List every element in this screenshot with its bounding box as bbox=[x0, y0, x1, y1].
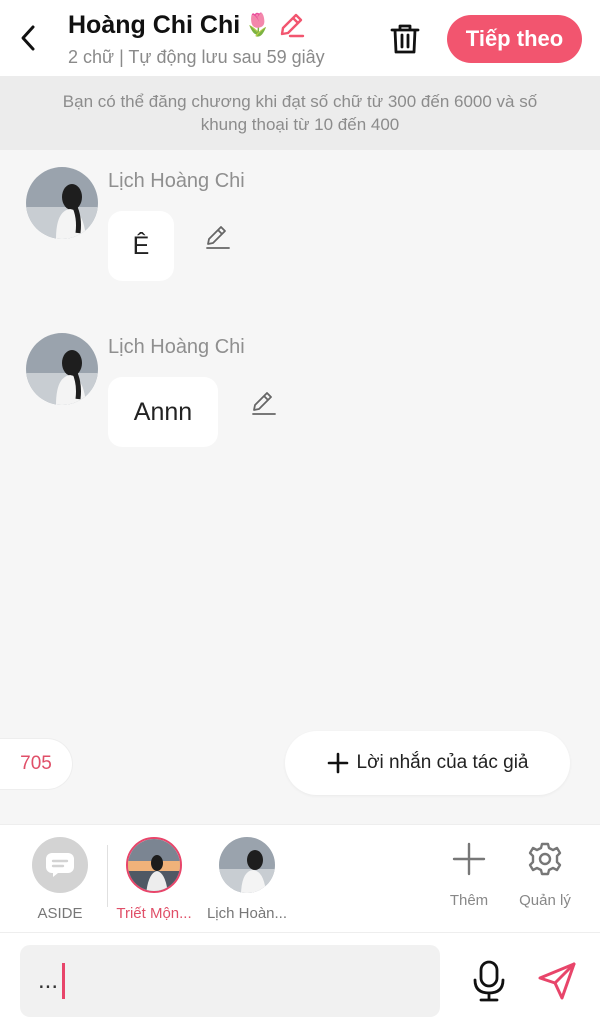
character-avatar bbox=[219, 837, 275, 893]
sender-name: Lịch Hoàng Chi bbox=[108, 336, 245, 358]
aside-avatar bbox=[32, 837, 88, 893]
edit-message-icon[interactable] bbox=[204, 224, 232, 252]
back-arrow-icon bbox=[21, 25, 35, 51]
save-status: 2 chữ | Tự động lưu sau 59 giây bbox=[68, 47, 325, 67]
message-bubble[interactable]: Annn bbox=[108, 377, 218, 447]
send-icon[interactable] bbox=[536, 960, 578, 1002]
character-picker: ASIDE Triết Mộn... Lịch Hoàn... Thêm Quả… bbox=[0, 824, 600, 932]
manage-label: Quản lý bbox=[519, 892, 571, 909]
plus-icon bbox=[452, 842, 486, 876]
avatar[interactable] bbox=[26, 167, 98, 239]
microphone-icon[interactable] bbox=[470, 960, 508, 1002]
delete-button[interactable] bbox=[386, 20, 424, 58]
character-label: ASIDE bbox=[37, 905, 83, 922]
message-input-value: ... bbox=[38, 967, 59, 994]
message-bubble[interactable]: Ê bbox=[108, 211, 174, 281]
back-button[interactable] bbox=[14, 22, 42, 54]
chat-message: Lịch Hoàng Chi Annn bbox=[0, 316, 600, 466]
plus-icon bbox=[327, 752, 348, 774]
title-emoji: 🌷 bbox=[244, 12, 272, 37]
publish-requirement-notice: Bạn có thể đăng chương khi đạt số chữ từ… bbox=[0, 76, 600, 150]
character-label: Triết Mộn... bbox=[116, 905, 192, 922]
chat-bubble-icon bbox=[46, 853, 74, 877]
top-bar: Hoàng Chi Chi 🌷 2 chữ | Tự động lưu sau … bbox=[0, 0, 600, 76]
character-avatar bbox=[126, 837, 182, 893]
edit-title-icon[interactable] bbox=[276, 10, 306, 40]
edit-message-icon[interactable] bbox=[250, 390, 278, 418]
add-label: Thêm bbox=[449, 892, 489, 909]
character-label: Lịch Hoàn... bbox=[206, 905, 288, 922]
author-note-button[interactable]: Lời nhắn của tác giả bbox=[285, 731, 570, 795]
gear-icon bbox=[528, 842, 562, 876]
divider bbox=[107, 845, 108, 907]
composer-bar: ... bbox=[0, 932, 600, 1028]
trash-icon bbox=[390, 24, 420, 54]
sender-name: Lịch Hoàng Chi bbox=[108, 170, 245, 192]
story-title: Hoàng Chi Chi bbox=[68, 10, 241, 39]
text-cursor bbox=[62, 963, 66, 999]
message-input[interactable]: ... bbox=[20, 945, 440, 1017]
author-note-label: Lời nhắn của tác giả bbox=[356, 752, 529, 773]
word-count-badge: 705 bbox=[0, 738, 73, 790]
avatar[interactable] bbox=[26, 333, 98, 405]
story-title-row: Hoàng Chi Chi 🌷 bbox=[68, 10, 306, 40]
chat-message: Lịch Hoàng Chi Ê bbox=[0, 150, 600, 300]
next-button[interactable]: Tiếp theo bbox=[447, 15, 582, 63]
